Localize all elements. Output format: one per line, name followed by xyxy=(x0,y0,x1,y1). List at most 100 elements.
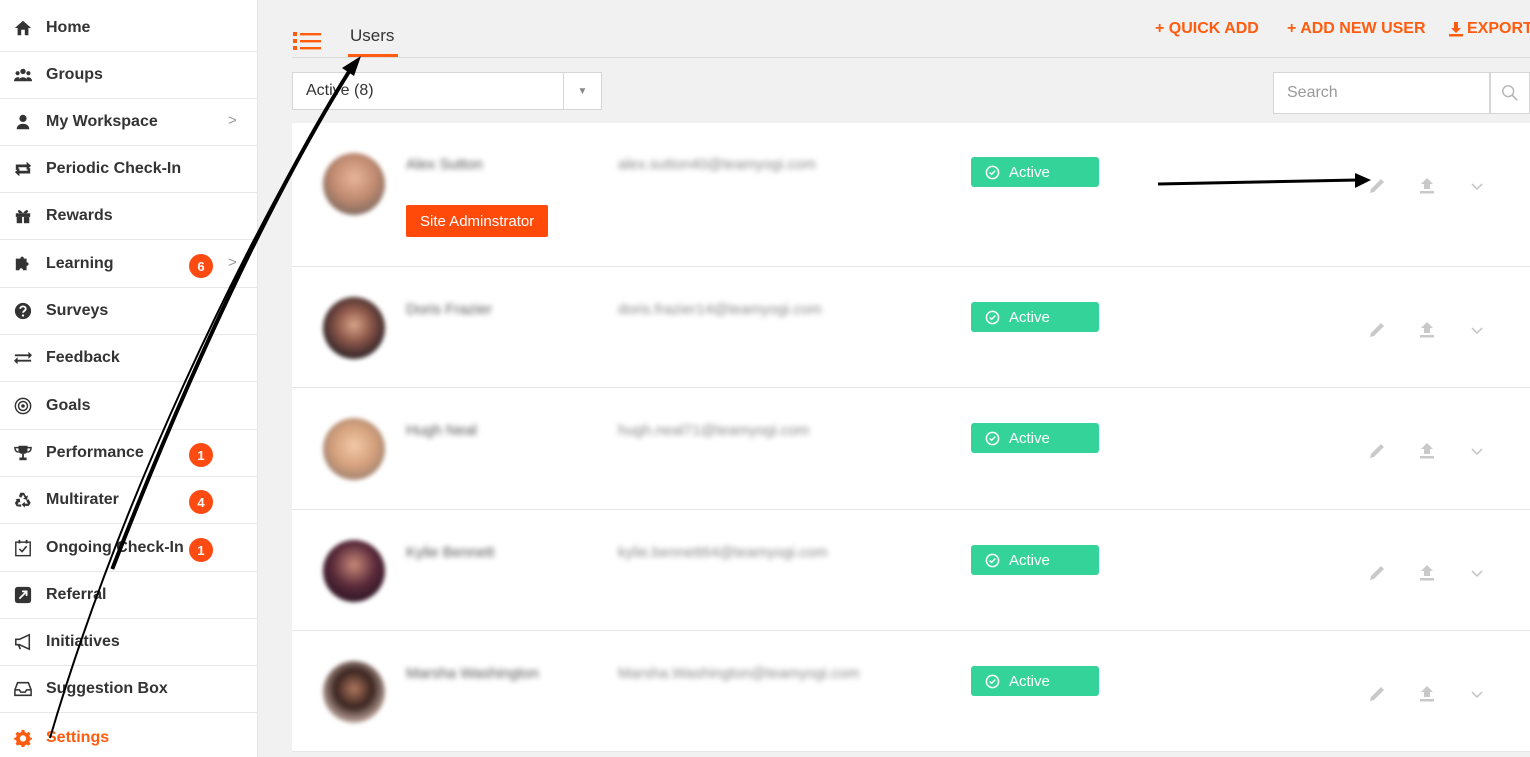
user-row[interactable]: Kylie Bennett kylie.bennett64@teamyogi.c… xyxy=(292,510,1530,631)
upload-icon xyxy=(1420,565,1434,581)
sidebar-item-goals[interactable]: Goals xyxy=(0,383,258,430)
export-button[interactable]: EXPORT xyxy=(1448,20,1530,38)
edit-button[interactable] xyxy=(1364,438,1390,464)
user-name: Marsha Washington xyxy=(406,665,539,682)
user-name: Doris Frazier xyxy=(406,301,492,318)
recycle-icon xyxy=(12,489,34,511)
quick-add-button[interactable]: + QUICK ADD xyxy=(1155,20,1259,38)
sidebar-item-periodic-check-in[interactable]: Periodic Check-In xyxy=(0,146,258,193)
sidebar-item-performance[interactable]: Performance 1 xyxy=(0,430,258,477)
upload-button[interactable] xyxy=(1414,173,1440,199)
expand-button[interactable] xyxy=(1464,173,1490,199)
user-row[interactable]: Alex Sutton alex.sutton40@teamyogi.com A… xyxy=(292,123,1530,267)
sidebar: Home Groups My Workspace > Periodic Chec… xyxy=(0,0,258,757)
user-name: Hugh Neal xyxy=(406,422,477,439)
upload-icon xyxy=(1420,443,1434,459)
sidebar-item-label: Referral xyxy=(46,586,107,603)
upload-button[interactable] xyxy=(1414,681,1440,707)
user-name: Alex Sutton xyxy=(406,156,483,173)
trophy-icon xyxy=(12,442,34,464)
sidebar-item-referral[interactable]: Referral xyxy=(0,572,258,619)
sidebar-item-multirater[interactable]: Multirater 4 xyxy=(0,477,258,524)
user-name: Kylie Bennett xyxy=(406,544,495,561)
groups-icon xyxy=(12,64,34,86)
pencil-icon xyxy=(1370,687,1384,701)
status-filter-value: Active (8) xyxy=(306,82,374,99)
expand-button[interactable] xyxy=(1464,438,1490,464)
sidebar-item-suggestion-box[interactable]: Suggestion Box xyxy=(0,666,258,713)
upload-button[interactable] xyxy=(1414,560,1440,586)
sidebar-item-label: Goals xyxy=(46,397,91,414)
edit-button[interactable] xyxy=(1364,317,1390,343)
edit-button[interactable] xyxy=(1364,173,1390,199)
list-view-icon[interactable] xyxy=(293,30,321,52)
edit-button[interactable] xyxy=(1364,560,1390,586)
avatar xyxy=(323,661,385,723)
sidebar-item-rewards[interactable]: Rewards xyxy=(0,193,258,240)
sidebar-item-home[interactable]: Home xyxy=(0,5,258,52)
status-badge: Active xyxy=(971,302,1099,332)
sidebar-item-initiatives[interactable]: Initiatives xyxy=(0,619,258,666)
share-box-icon xyxy=(12,584,34,606)
avatar xyxy=(323,418,385,480)
pencil-icon xyxy=(1370,444,1384,458)
upload-icon xyxy=(1420,322,1434,338)
sidebar-item-label: My Workspace xyxy=(46,113,158,130)
sidebar-item-label: Performance xyxy=(46,444,144,461)
download-icon xyxy=(1449,22,1463,37)
check-circle-icon xyxy=(985,553,1000,567)
megaphone-icon xyxy=(12,631,34,653)
status-filter-select[interactable]: Active (8) ▼ xyxy=(292,72,602,110)
upload-icon xyxy=(1420,178,1434,194)
sidebar-item-my-workspace[interactable]: My Workspace > xyxy=(0,99,258,146)
upload-button[interactable] xyxy=(1414,438,1440,464)
status-label: Active xyxy=(1009,551,1050,569)
user-email: alex.sutton40@teamyogi.com xyxy=(618,156,816,173)
search-input[interactable] xyxy=(1273,72,1490,114)
check-circle-icon xyxy=(985,310,1000,324)
user-row[interactable]: Marsha Washington Marsha.Washington@team… xyxy=(292,631,1530,752)
add-new-user-button[interactable]: + ADD NEW USER xyxy=(1287,20,1426,38)
chevron-down-icon xyxy=(1471,448,1483,456)
search-button[interactable] xyxy=(1490,72,1530,114)
chevron-down-icon xyxy=(1471,691,1483,699)
search-icon xyxy=(1502,85,1518,101)
status-badge: Active xyxy=(971,423,1099,453)
notification-badge: 1 xyxy=(189,538,213,562)
user-icon xyxy=(12,111,34,133)
sidebar-item-label: Multirater xyxy=(46,491,119,508)
upload-button[interactable] xyxy=(1414,317,1440,343)
sidebar-item-groups[interactable]: Groups xyxy=(0,52,258,99)
pencil-icon xyxy=(1370,179,1384,193)
pencil-icon xyxy=(1370,323,1384,337)
sidebar-item-learning[interactable]: Learning 6 > xyxy=(0,241,258,288)
status-badge: Active xyxy=(971,157,1099,187)
chevron-down-icon xyxy=(1471,327,1483,335)
edit-button[interactable] xyxy=(1364,681,1390,707)
chevron-down-icon xyxy=(1471,570,1483,578)
expand-button[interactable] xyxy=(1464,317,1490,343)
expand-button[interactable] xyxy=(1464,560,1490,586)
sidebar-item-label: Feedback xyxy=(46,349,120,366)
exchange-arrows-icon xyxy=(12,347,34,369)
sidebar-item-label: Groups xyxy=(46,66,103,83)
tab-users[interactable]: Users xyxy=(350,26,394,46)
sidebar-item-feedback[interactable]: Feedback xyxy=(0,335,258,382)
check-circle-icon xyxy=(985,674,1000,688)
notification-badge: 4 xyxy=(189,490,213,514)
sidebar-item-surveys[interactable]: Surveys xyxy=(0,288,258,335)
sidebar-item-label: Surveys xyxy=(46,302,109,319)
sidebar-item-label: Rewards xyxy=(46,207,113,224)
status-label: Active xyxy=(1009,672,1050,690)
export-label: EXPORT xyxy=(1467,20,1530,37)
sidebar-item-settings[interactable]: Settings xyxy=(0,714,258,757)
gift-icon xyxy=(12,205,34,227)
sidebar-item-ongoing-check-in[interactable]: Ongoing Check-In 1 xyxy=(0,525,258,572)
sidebar-item-label: Periodic Check-In xyxy=(46,160,182,177)
user-email: Marsha.Washington@teamyogi.com xyxy=(618,665,860,682)
expand-button[interactable] xyxy=(1464,681,1490,707)
chevron-down-icon xyxy=(1471,183,1483,191)
pencil-icon xyxy=(1370,566,1384,580)
user-row[interactable]: Doris Frazier doris.frazier14@teamyogi.c… xyxy=(292,267,1530,388)
user-row[interactable]: Hugh Neal hugh.neal71@teamyogi.com Activ… xyxy=(292,388,1530,510)
